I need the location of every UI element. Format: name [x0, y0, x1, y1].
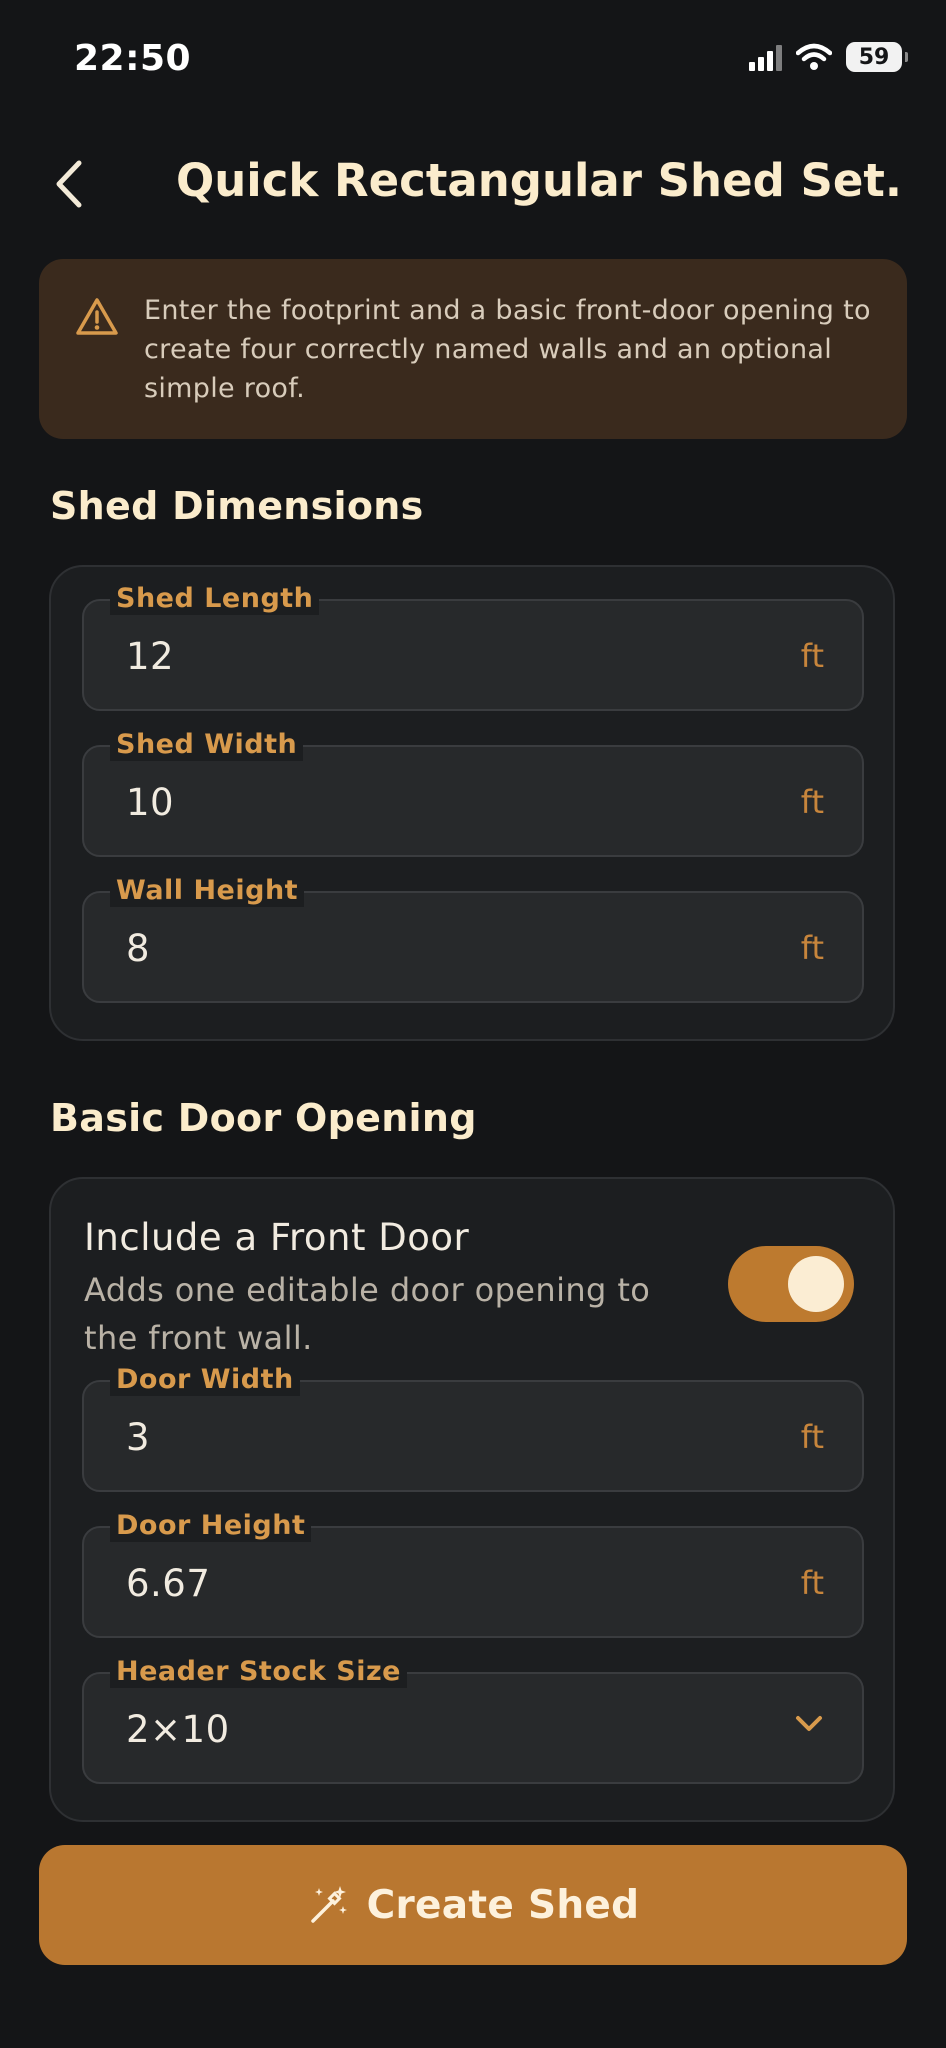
- select-value: 2×10: [126, 1708, 230, 1751]
- battery-icon: 59: [846, 42, 908, 72]
- unit-label: ft: [800, 637, 824, 675]
- create-shed-label: Create Shed: [366, 1882, 640, 1928]
- wall-height-field[interactable]: Wall Height 8 ft: [82, 875, 864, 1003]
- warning-triangle-icon: [76, 298, 118, 335]
- battery-level: 59: [858, 44, 890, 70]
- toggle-knob: [788, 1256, 844, 1312]
- field-label: Shed Length: [110, 583, 320, 615]
- front-door-toggle[interactable]: [728, 1246, 854, 1322]
- status-bar: 22:50 59: [0, 0, 946, 120]
- section-title-door: Basic Door Opening: [50, 1096, 477, 1140]
- unit-label: ft: [800, 783, 824, 821]
- unit-label: ft: [800, 1418, 824, 1456]
- nav-bar: Quick Rectangular Shed Set...: [0, 140, 946, 230]
- status-time: 22:50: [74, 38, 192, 79]
- shed-length-field[interactable]: Shed Length 12 ft: [82, 583, 864, 711]
- field-value[interactable]: 6.67: [126, 1562, 210, 1605]
- toggle-description: Adds one editable door opening to the fr…: [84, 1271, 651, 1357]
- shed-width-field[interactable]: Shed Width 10 ft: [82, 729, 864, 857]
- magic-wand-icon: [310, 1886, 347, 1923]
- door-height-field[interactable]: Door Height 6.67 ft: [82, 1510, 864, 1638]
- back-button[interactable]: [44, 156, 94, 212]
- field-value[interactable]: 3: [126, 1416, 150, 1459]
- field-value[interactable]: 10: [126, 781, 174, 824]
- door-width-field[interactable]: Door Width 3 ft: [82, 1364, 864, 1492]
- banner-text: Enter the footprint and a basic front-do…: [144, 295, 871, 404]
- section-title-dimensions: Shed Dimensions: [50, 484, 424, 528]
- chevron-left-icon: [56, 160, 82, 208]
- field-label: Door Width: [110, 1364, 300, 1396]
- page-title: Quick Rectangular Shed Set...: [176, 154, 906, 207]
- status-icons: 59: [749, 42, 908, 72]
- info-banner: Enter the footprint and a basic front-do…: [39, 259, 907, 439]
- wifi-icon: [796, 43, 832, 70]
- chevron-down-icon: [796, 1716, 822, 1731]
- field-label: Header Stock Size: [110, 1656, 407, 1688]
- unit-label: ft: [800, 1564, 824, 1602]
- unit-label: ft: [800, 929, 824, 967]
- field-value[interactable]: 12: [126, 635, 174, 678]
- field-label: Shed Width: [110, 729, 304, 761]
- field-label: Wall Height: [110, 875, 305, 907]
- cellular-signal-icon: [749, 43, 782, 71]
- header-stock-select[interactable]: Header Stock Size 2×10: [82, 1656, 864, 1784]
- create-shed-button[interactable]: Create Shed: [39, 1845, 907, 1965]
- toggle-title: Include a Front Door: [84, 1216, 470, 1259]
- field-label: Door Height: [110, 1510, 312, 1542]
- field-value[interactable]: 8: [126, 927, 150, 970]
